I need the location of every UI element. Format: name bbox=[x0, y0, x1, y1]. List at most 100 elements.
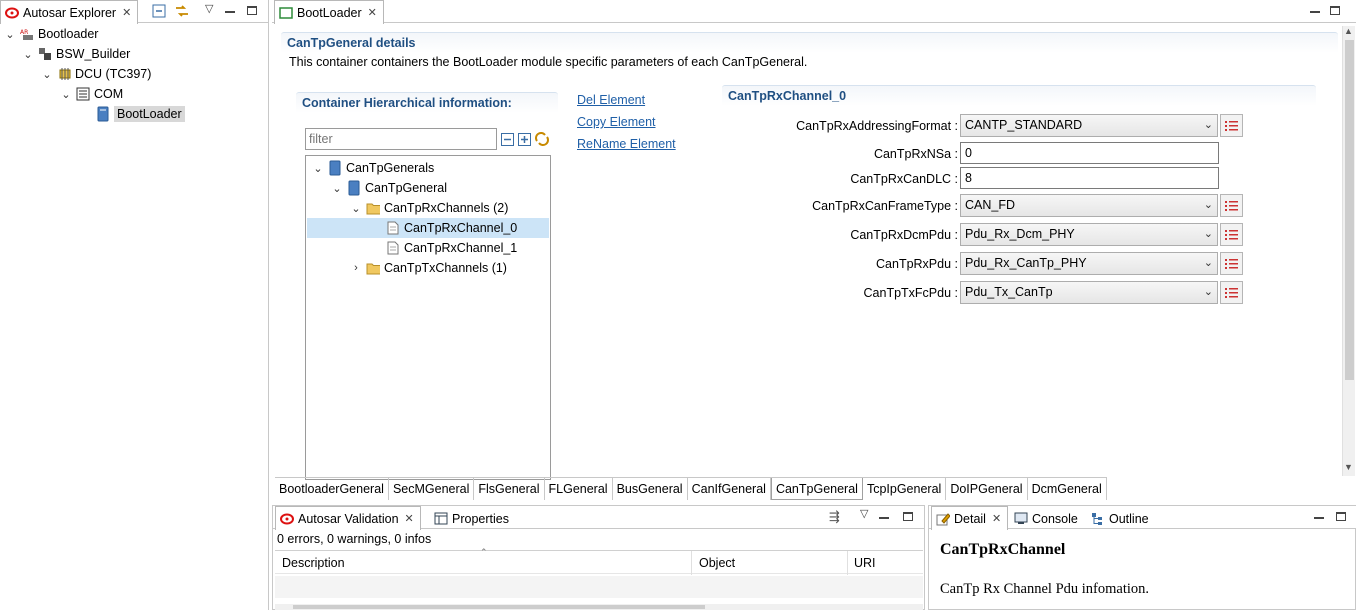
scroll-down-icon[interactable]: ▼ bbox=[1344, 462, 1353, 472]
can-dlc-input[interactable]: 8 bbox=[960, 167, 1219, 189]
tab-detail-label: Detail bbox=[954, 511, 986, 526]
hier-item-label: CanTpRxChannel_0 bbox=[404, 221, 518, 235]
scrollbar-thumb[interactable] bbox=[293, 605, 705, 609]
horizontal-scrollbar[interactable] bbox=[275, 604, 923, 610]
filter-icon[interactable]: ⇶ bbox=[829, 509, 840, 525]
tree-item-bsw-builder[interactable]: ⌄ BSW_Builder bbox=[22, 44, 130, 64]
minimize-icon[interactable] bbox=[1310, 2, 1320, 16]
tab-cantpgeneral[interactable]: CanTpGeneral bbox=[770, 478, 863, 500]
detail-tabbar: Detail ✕ Console Outline bbox=[929, 506, 1356, 530]
minimize-icon[interactable] bbox=[1314, 508, 1324, 522]
list-picker-button[interactable] bbox=[1220, 252, 1243, 275]
tab-busgeneral[interactable]: BusGeneral bbox=[613, 478, 688, 500]
tab-autosar-validation[interactable]: Autosar Validation ✕ bbox=[275, 506, 421, 530]
tab-flgeneral[interactable]: FLGeneral bbox=[545, 478, 613, 500]
link-with-editor-icon[interactable] bbox=[174, 4, 190, 21]
tab-properties[interactable]: Properties bbox=[429, 506, 516, 530]
addressing-format-select[interactable]: CANTP_STANDARD ⌄ bbox=[960, 114, 1218, 137]
tab-bootloader-label: BootLoader bbox=[297, 5, 362, 20]
hier-item-label: CanTpGenerals bbox=[346, 161, 435, 175]
chevron-down-icon[interactable]: ⌄ bbox=[350, 202, 362, 215]
collapse-all-icon[interactable] bbox=[501, 133, 514, 149]
list-icon bbox=[1225, 288, 1238, 298]
file-icon bbox=[386, 241, 400, 255]
tab-console[interactable]: Console bbox=[1009, 506, 1085, 530]
tab-bootloader-editor[interactable]: BootLoader ✕ bbox=[274, 0, 384, 24]
close-icon[interactable]: ✕ bbox=[405, 512, 414, 525]
list-picker-button[interactable] bbox=[1220, 281, 1243, 304]
hier-item-txchannels[interactable]: › CanTpTxChannels (1) bbox=[350, 258, 507, 278]
maximize-icon[interactable] bbox=[247, 4, 257, 18]
close-icon[interactable]: ✕ bbox=[122, 6, 131, 19]
param-label: CanTpRxAddressingFormat : bbox=[796, 119, 958, 133]
rename-element-link[interactable]: ReName Element bbox=[577, 137, 676, 151]
minimize-icon[interactable] bbox=[879, 508, 889, 522]
column-description[interactable]: Description bbox=[282, 556, 345, 570]
can-frame-type-select[interactable]: CAN_FD ⌄ bbox=[960, 194, 1218, 217]
chevron-down-icon[interactable]: ⌄ bbox=[312, 162, 324, 175]
tab-doipgeneral[interactable]: DoIPGeneral bbox=[946, 478, 1028, 500]
maximize-icon[interactable] bbox=[1336, 510, 1346, 524]
maximize-icon[interactable] bbox=[1330, 4, 1340, 18]
nsa-input[interactable]: 0 bbox=[960, 142, 1219, 164]
tree-item-bootloader-project[interactable]: ⌄ AR Bootloader bbox=[4, 24, 98, 44]
list-picker-button[interactable] bbox=[1220, 114, 1243, 137]
hierarchy-tree: ⌄ CanTpGenerals ⌄ CanTpGeneral ⌄ CanTpRx… bbox=[305, 155, 551, 480]
filter-input[interactable] bbox=[305, 128, 497, 150]
hier-item-rxchannel-0[interactable]: CanTpRxChannel_0 bbox=[386, 218, 517, 238]
tree-item-dcu[interactable]: ⌄ DCU (TC397) bbox=[41, 64, 151, 84]
tab-secmgeneral[interactable]: SecMGeneral bbox=[389, 478, 475, 500]
maximize-icon[interactable] bbox=[903, 510, 913, 524]
hier-item-rxchannels[interactable]: ⌄ CanTpRxChannels (2) bbox=[350, 198, 508, 218]
view-menu-icon[interactable]: ▽ bbox=[205, 2, 213, 15]
tab-autosar-explorer[interactable]: Autosar Explorer ✕ bbox=[0, 0, 139, 24]
chevron-down-icon[interactable]: ⌄ bbox=[331, 182, 343, 195]
close-icon[interactable]: ✕ bbox=[992, 512, 1001, 525]
tab-outline[interactable]: Outline bbox=[1086, 506, 1156, 530]
sync-icon[interactable] bbox=[534, 131, 550, 150]
scrollbar-thumb[interactable] bbox=[1345, 40, 1354, 380]
outline-icon bbox=[1091, 512, 1105, 526]
hier-item-cantpgeneral[interactable]: ⌄ CanTpGeneral bbox=[331, 178, 447, 198]
com-module-icon bbox=[76, 87, 90, 101]
explorer-panel: Autosar Explorer ✕ ▽ ⌄ AR Bootloader ⌄ B… bbox=[0, 0, 269, 610]
chevron-down-icon[interactable]: ⌄ bbox=[41, 68, 53, 81]
collapse-all-icon[interactable] bbox=[152, 4, 166, 21]
tree-item-bootloader-module[interactable]: BootLoader bbox=[96, 104, 185, 124]
copy-element-link[interactable]: Copy Element bbox=[577, 115, 656, 129]
minimize-icon[interactable] bbox=[225, 2, 235, 16]
tab-tcpipgeneral[interactable]: TcpIpGeneral bbox=[863, 478, 947, 500]
autosar-project-icon: AR bbox=[20, 27, 34, 41]
hier-item-rxchannel-1[interactable]: CanTpRxChannel_1 bbox=[386, 238, 517, 258]
column-divider bbox=[847, 551, 848, 575]
del-element-link[interactable]: Del Element bbox=[577, 93, 645, 107]
hier-item-cantpgenerals[interactable]: ⌄ CanTpGenerals bbox=[312, 158, 434, 178]
tab-console-label: Console bbox=[1032, 511, 1078, 526]
rx-pdu-select[interactable]: Pdu_Rx_CanTp_PHY ⌄ bbox=[960, 252, 1218, 275]
chevron-right-icon[interactable]: › bbox=[350, 262, 362, 274]
tab-dcmgeneral[interactable]: DcmGeneral bbox=[1028, 478, 1107, 500]
view-menu-icon[interactable]: ▽ bbox=[860, 507, 868, 520]
tab-bootloadergeneral[interactable]: BootloaderGeneral bbox=[275, 478, 389, 500]
expand-all-icon[interactable] bbox=[518, 133, 531, 149]
tab-canifgeneral[interactable]: CanIfGeneral bbox=[688, 478, 771, 500]
column-object[interactable]: Object bbox=[699, 556, 735, 570]
chevron-down-icon[interactable]: ⌄ bbox=[4, 28, 16, 41]
close-icon[interactable]: ✕ bbox=[368, 6, 377, 19]
list-picker-button[interactable] bbox=[1220, 223, 1243, 246]
list-picker-button[interactable] bbox=[1220, 194, 1243, 217]
dcm-pdu-select[interactable]: Pdu_Rx_Dcm_PHY ⌄ bbox=[960, 223, 1218, 246]
validation-table-header: ⌃ Description Object URI bbox=[275, 547, 923, 575]
tab-flsgeneral[interactable]: FlsGeneral bbox=[474, 478, 545, 500]
chevron-down-icon: ⌄ bbox=[1203, 119, 1213, 131]
tab-detail[interactable]: Detail ✕ bbox=[931, 506, 1009, 530]
editor-scrollbar[interactable]: ▲ ▼ bbox=[1342, 26, 1355, 476]
select-value: Pdu_Tx_CanTp bbox=[965, 285, 1053, 299]
chevron-down-icon[interactable]: ⌄ bbox=[60, 88, 72, 101]
tx-fc-pdu-select[interactable]: Pdu_Tx_CanTp ⌄ bbox=[960, 281, 1218, 304]
scroll-up-icon[interactable]: ▲ bbox=[1344, 26, 1353, 36]
column-uri[interactable]: URI bbox=[854, 556, 876, 570]
tree-item-com[interactable]: ⌄ COM bbox=[60, 84, 123, 104]
chevron-down-icon[interactable]: ⌄ bbox=[22, 48, 34, 61]
param-label: CanTpRxNSa : bbox=[873, 147, 958, 161]
